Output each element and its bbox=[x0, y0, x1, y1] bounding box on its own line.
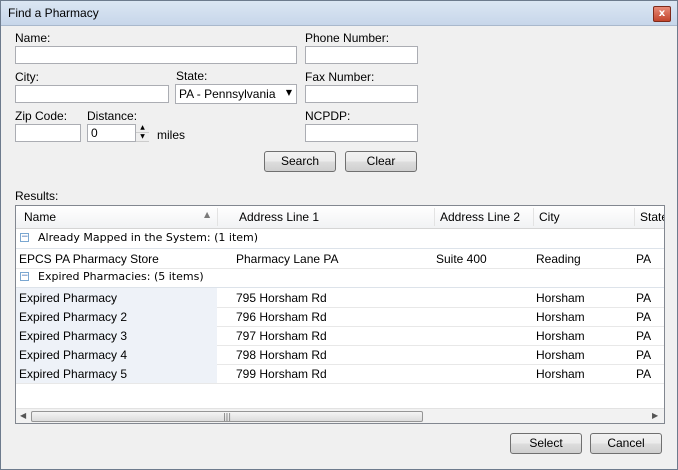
state-label: State: bbox=[176, 69, 208, 83]
cell-state: PA bbox=[636, 367, 652, 381]
cell-city: Horsham bbox=[536, 310, 585, 324]
stepper-down-icon[interactable]: ▼ bbox=[136, 133, 149, 142]
column-header-address2[interactable]: Address Line 2 bbox=[440, 206, 520, 228]
window-title: Find a Pharmacy bbox=[8, 6, 99, 20]
scroll-right-icon[interactable]: ▶ bbox=[652, 411, 658, 420]
collapse-icon[interactable]: − bbox=[20, 272, 29, 281]
cell-state: PA bbox=[636, 291, 652, 305]
cell-name: Expired Pharmacy 4 bbox=[19, 348, 128, 362]
cell-city: Reading bbox=[536, 252, 581, 266]
cell-address1: 799 Horsham Rd bbox=[236, 367, 327, 381]
name-label: Name: bbox=[15, 31, 51, 45]
city-input[interactable] bbox=[15, 85, 169, 103]
results-grid: Name ▲ Address Line 1 Address Line 2 Cit… bbox=[15, 205, 665, 424]
group-label: Already Mapped in the System: (1 item) bbox=[38, 231, 259, 244]
phone-label: Phone Number: bbox=[305, 31, 390, 45]
table-row[interactable]: Expired Pharmacy 5 799 Horsham Rd Horsha… bbox=[16, 364, 664, 384]
cell-address1: 796 Horsham Rd bbox=[236, 310, 327, 324]
state-dropdown[interactable]: PA - Pennsylvania ▼ bbox=[175, 84, 297, 104]
name-input[interactable] bbox=[15, 46, 297, 64]
collapse-icon[interactable]: − bbox=[20, 233, 29, 242]
group-row-expired[interactable]: − Expired Pharmacies: (5 items) bbox=[16, 268, 664, 288]
cell-address1: Pharmacy Lane PA bbox=[236, 252, 339, 266]
cell-name: EPCS PA Pharmacy Store bbox=[19, 252, 159, 266]
phone-input[interactable] bbox=[305, 46, 418, 64]
cell-name: Expired Pharmacy bbox=[19, 291, 118, 305]
ncpdp-input[interactable] bbox=[305, 124, 418, 142]
cell-state: PA bbox=[636, 310, 652, 324]
cell-city: Horsham bbox=[536, 348, 585, 362]
select-button[interactable]: Select bbox=[510, 433, 582, 454]
zip-input[interactable] bbox=[15, 124, 81, 142]
find-pharmacy-dialog: Find a Pharmacy x Name: Phone Number: Ci… bbox=[0, 0, 678, 470]
cell-city: Horsham bbox=[536, 329, 585, 343]
group-row-mapped[interactable]: − Already Mapped in the System: (1 item) bbox=[16, 229, 664, 249]
fax-input[interactable] bbox=[305, 85, 418, 103]
cell-address1: 798 Horsham Rd bbox=[236, 348, 327, 362]
search-button[interactable]: Search bbox=[264, 151, 336, 172]
cell-state: PA bbox=[636, 252, 652, 266]
cell-state: PA bbox=[636, 348, 652, 362]
distance-label: Distance: bbox=[87, 109, 138, 123]
column-header-address1[interactable]: Address Line 1 bbox=[239, 206, 319, 228]
stepper-up-icon[interactable]: ▲ bbox=[136, 124, 149, 133]
title-bar: Find a Pharmacy x bbox=[1, 1, 677, 26]
cell-address2: Suite 400 bbox=[436, 252, 487, 266]
results-label: Results: bbox=[15, 189, 59, 203]
scroll-left-icon[interactable]: ◀ bbox=[20, 411, 26, 420]
cell-address1: 797 Horsham Rd bbox=[236, 329, 327, 343]
table-row[interactable]: EPCS PA Pharmacy Store Pharmacy Lane PA … bbox=[16, 249, 664, 269]
cell-address1: 795 Horsham Rd bbox=[236, 291, 327, 305]
city-label: City: bbox=[15, 70, 39, 84]
chevron-down-icon: ▼ bbox=[285, 88, 292, 97]
grid-header: Name ▲ Address Line 1 Address Line 2 Cit… bbox=[16, 206, 664, 229]
miles-label: miles bbox=[157, 128, 186, 142]
table-row[interactable]: Expired Pharmacy 795 Horsham Rd Horsham … bbox=[16, 288, 664, 308]
column-header-city[interactable]: City bbox=[539, 206, 560, 228]
state-value: PA - Pennsylvania bbox=[179, 87, 276, 101]
scrollbar-thumb[interactable]: ||| bbox=[31, 411, 423, 422]
cell-city: Horsham bbox=[536, 291, 585, 305]
clear-button[interactable]: Clear bbox=[345, 151, 417, 172]
fax-label: Fax Number: bbox=[305, 70, 375, 84]
cell-name: Expired Pharmacy 5 bbox=[19, 367, 128, 381]
distance-stepper[interactable]: ▲ ▼ bbox=[135, 124, 149, 142]
table-row[interactable]: Expired Pharmacy 2 796 Horsham Rd Horsha… bbox=[16, 307, 664, 327]
column-header-name[interactable]: Name bbox=[24, 206, 56, 228]
table-row[interactable]: Expired Pharmacy 4 798 Horsham Rd Horsha… bbox=[16, 345, 664, 365]
cell-name: Expired Pharmacy 3 bbox=[19, 329, 128, 343]
column-header-state[interactable]: State bbox=[640, 206, 664, 228]
cancel-button[interactable]: Cancel bbox=[590, 433, 662, 454]
ncpdp-label: NCPDP: bbox=[305, 109, 351, 123]
cell-name: Expired Pharmacy 2 bbox=[19, 310, 128, 324]
close-button[interactable]: x bbox=[653, 6, 671, 22]
group-label: Expired Pharmacies: (5 items) bbox=[38, 270, 204, 283]
zip-label: Zip Code: bbox=[15, 109, 68, 123]
cell-city: Horsham bbox=[536, 367, 585, 381]
cell-state: PA bbox=[636, 329, 652, 343]
table-row[interactable]: Expired Pharmacy 3 797 Horsham Rd Horsha… bbox=[16, 326, 664, 346]
horizontal-scrollbar[interactable]: ◀ ||| ▶ bbox=[16, 408, 664, 423]
sort-ascending-icon: ▲ bbox=[204, 210, 211, 219]
